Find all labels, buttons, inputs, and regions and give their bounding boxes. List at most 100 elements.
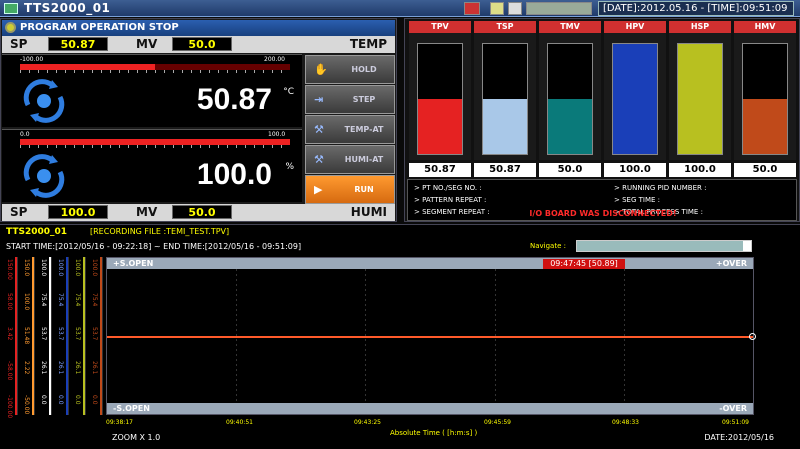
- temp-scale-min: -100.00: [20, 56, 44, 63]
- axis-line: [100, 257, 102, 415]
- upper-right-label: +OVER: [715, 259, 747, 268]
- humi-unit: %: [285, 162, 294, 172]
- humi-mv-value: 50.0: [172, 205, 232, 219]
- axis-tick-label: -50.00: [23, 395, 30, 415]
- column-tmv-fill: [548, 99, 592, 154]
- column-tmv-tank: [547, 43, 593, 155]
- temp-value: 50.87: [196, 83, 272, 116]
- data-trace: [107, 336, 753, 338]
- column-tpv-tank: [417, 43, 463, 155]
- lock-icon[interactable]: [490, 2, 504, 15]
- humi-sp-row: SP 100.0 MV 50.0 HUMI: [2, 204, 395, 221]
- temp-sp-value[interactable]: 50.87: [48, 37, 108, 51]
- axis-tick-label: 75.4: [40, 293, 47, 307]
- temp-mv-label: MV: [136, 37, 158, 51]
- axis-tick-label: 0.0: [57, 395, 64, 405]
- program-status-bar: PROGRAM OPERATION STOP: [2, 20, 395, 36]
- axis-scale: 100.0 75.4 53.7 26.1 0.0: [87, 257, 103, 415]
- axis-tick-label: 100.0: [57, 259, 64, 277]
- axis-tick-label: 75.4: [57, 293, 64, 307]
- column-hsp: HSP: [669, 21, 731, 160]
- time-tick: 09:38:17: [106, 419, 133, 426]
- temp-gauge: -100.00 200.00 50.87 °C: [2, 54, 302, 127]
- humi-sp-value[interactable]: 100.0: [48, 205, 108, 219]
- humi-gauge: 0.0 100.0 100.0 %: [2, 129, 302, 202]
- running-pid-info: > RUNNING PID NUMBER :: [614, 184, 707, 192]
- io-error-message: I/O BOARD WAS DISCONNECTED!: [529, 209, 677, 218]
- humi-value: 100.0: [196, 158, 272, 191]
- trace-endpoint: [749, 333, 756, 340]
- graph-title: TTS2000_01: [6, 227, 68, 237]
- axis-scale: 100.0 75.4 53.7 26.1 0.0: [36, 257, 52, 415]
- axis-tick-label: 3.42: [6, 327, 13, 341]
- humi-scale-max: 100.0: [268, 131, 286, 138]
- navigate-slider[interactable]: [576, 240, 752, 252]
- recording-file: [RECORDING FILE :TEMI_TEST.TPV]: [90, 227, 230, 236]
- axis-line: [66, 257, 68, 415]
- humi-at-button[interactable]: ⚒ HUMI-AT: [305, 145, 395, 174]
- column-hpv-fill: [613, 44, 657, 154]
- column-tsp: TSP: [474, 21, 536, 160]
- trend-plot[interactable]: +S.OPEN +OVER 09:47:45 [50.89] -S.OPEN -…: [106, 257, 756, 415]
- axis-tick-label: 53.7: [91, 327, 98, 341]
- navigate-label: Navigate :: [530, 242, 566, 250]
- axis-tick-label: 26.1: [57, 361, 64, 375]
- axis-tick-label: 100.0: [23, 293, 30, 311]
- temp-mv-value: 50.0: [172, 37, 232, 51]
- app-icon: [4, 3, 18, 14]
- axis-line: [83, 257, 85, 415]
- column-tpv-label: TPV: [409, 21, 471, 33]
- hold-button[interactable]: ✋ HOLD: [305, 55, 395, 84]
- axis-scale: 150.0 100.0 51.48 2.22 -50.00: [19, 257, 35, 415]
- x-axis-label: Absolute Time ( [h:m:s] ): [390, 429, 478, 437]
- run-button[interactable]: ▶ RUN: [305, 175, 395, 204]
- axis-tick-label: 26.1: [40, 361, 47, 375]
- axis-tick-label: 0.0: [74, 395, 81, 405]
- column-tsp-value: 50.87: [474, 163, 536, 177]
- axis-tick-label: 2.22: [23, 361, 30, 375]
- time-tick: 09:40:51: [226, 419, 253, 426]
- graph-axes: 150.00 58.00 3.42 -58.00 -100.00 150.0 100.0 51…: [0, 257, 104, 418]
- navigate-thumb[interactable]: [743, 241, 751, 251]
- column-tmv: TMV: [539, 21, 601, 160]
- axis-tick-label: -58.00: [6, 361, 13, 381]
- pattern-repeat-info: > PATTERN REPEAT :: [414, 196, 487, 204]
- temp-bar-ticks: [20, 70, 290, 73]
- temp-at-button[interactable]: ⚒ TEMP-AT: [305, 115, 395, 144]
- column-hpv: HPV: [604, 21, 666, 160]
- axis-tick-label: 100.0: [91, 259, 98, 277]
- axis-tick-label: 53.7: [74, 327, 81, 341]
- time-tick: 09:45:59: [484, 419, 511, 426]
- time-tick: 09:51:09: [722, 419, 749, 426]
- column-hsp-fill: [678, 44, 722, 154]
- datetime-display: [DATE]:2012.05.16 - [TIME]:09:51:09: [598, 1, 794, 16]
- axis-line: [15, 257, 17, 415]
- temp-unit: °C: [283, 87, 294, 97]
- column-tpv: TPV: [409, 21, 471, 160]
- record-icon[interactable]: [464, 2, 480, 15]
- network-icon[interactable]: [508, 2, 522, 15]
- column-tmv-value: 50.0: [539, 163, 601, 177]
- humi-mv-label: MV: [136, 205, 158, 219]
- temp-scale-max: 200.00: [264, 56, 285, 63]
- upper-limit-band: +S.OPEN +OVER 09:47:45 [50.89]: [107, 258, 753, 269]
- step-button[interactable]: ⇥ STEP: [305, 85, 395, 114]
- app-root: TTS2000_01 [DATE]:2012.05.16 - [TIME]:09…: [0, 0, 800, 449]
- axis-tick-label: 26.1: [91, 361, 98, 375]
- column-hsp-label: HSP: [669, 21, 731, 33]
- graph-date: DATE:2012/05/16: [704, 433, 774, 442]
- column-tmv-label: TMV: [539, 21, 601, 33]
- axis-tick-label: 75.4: [74, 293, 81, 307]
- lower-left-label: -S.OPEN: [113, 404, 150, 413]
- humi-sp-label: SP: [10, 205, 28, 219]
- axis-scale: 150.00 58.00 3.42 -58.00 -100.00: [2, 257, 18, 418]
- time-tick: 09:48:33: [612, 419, 639, 426]
- humi-tag: HUMI: [350, 205, 387, 219]
- column-tsp-tank: [482, 43, 528, 155]
- lower-right-label: -OVER: [719, 404, 747, 413]
- status-panel: TPV TSP TMV HPV HSP HMV 50.87 50.87 50.0…: [404, 18, 800, 222]
- axis-tick-label: 0.0: [91, 395, 98, 405]
- column-hsp-value: 100.0: [669, 163, 731, 177]
- axis-tick-label: 150.00: [6, 259, 13, 280]
- wrench-icon: ⚒: [314, 123, 324, 136]
